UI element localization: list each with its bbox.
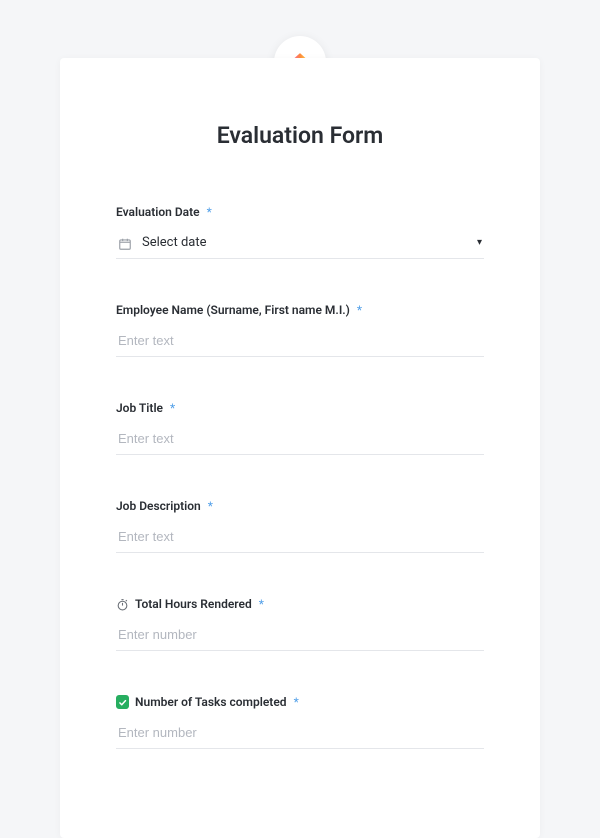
required-marker: * xyxy=(259,597,264,611)
label-text: Job Title xyxy=(116,401,163,415)
label-evaluation-date: Evaluation Date * xyxy=(116,205,484,219)
input-wrapper xyxy=(116,323,484,357)
label-job-title: Job Title * xyxy=(116,401,484,415)
stopwatch-icon xyxy=(116,598,129,611)
field-job-description: Job Description * xyxy=(116,499,484,553)
date-placeholder: Select date xyxy=(142,235,467,250)
field-job-title: Job Title * xyxy=(116,401,484,455)
evaluation-form-card: Evaluation Form Evaluation Date * Select … xyxy=(60,58,540,838)
field-total-hours: Total Hours Rendered * xyxy=(116,597,484,651)
label-tasks-completed: Number of Tasks completed * xyxy=(116,695,484,709)
label-text: Total Hours Rendered xyxy=(135,597,252,611)
input-wrapper xyxy=(116,421,484,455)
required-marker: * xyxy=(170,401,175,415)
required-marker: * xyxy=(208,499,213,513)
job-title-input[interactable] xyxy=(118,431,482,446)
form-title: Evaluation Form xyxy=(116,122,484,149)
label-text: Job Description xyxy=(116,499,201,513)
field-employee-name: Employee Name (Surname, First name M.I.)… xyxy=(116,303,484,357)
required-marker: * xyxy=(357,303,362,317)
calendar-icon xyxy=(118,236,132,250)
label-employee-name: Employee Name (Surname, First name M.I.)… xyxy=(116,303,484,317)
chevron-down-icon: ▾ xyxy=(477,238,482,248)
label-job-description: Job Description * xyxy=(116,499,484,513)
label-text: Number of Tasks completed xyxy=(135,695,287,709)
required-marker: * xyxy=(294,695,299,709)
label-text: Evaluation Date xyxy=(116,205,200,219)
total-hours-input[interactable] xyxy=(118,627,482,642)
job-description-input[interactable] xyxy=(118,529,482,544)
field-tasks-completed: Number of Tasks completed * xyxy=(116,695,484,749)
label-total-hours: Total Hours Rendered * xyxy=(116,597,484,611)
required-marker: * xyxy=(207,205,212,219)
input-wrapper xyxy=(116,617,484,651)
checkbox-icon xyxy=(116,696,129,709)
date-picker[interactable]: Select date ▾ xyxy=(116,225,484,259)
input-wrapper xyxy=(116,519,484,553)
employee-name-input[interactable] xyxy=(118,333,482,348)
tasks-completed-input[interactable] xyxy=(118,725,482,740)
label-text: Employee Name (Surname, First name M.I.) xyxy=(116,303,350,317)
field-evaluation-date: Evaluation Date * Select date ▾ xyxy=(116,205,484,259)
